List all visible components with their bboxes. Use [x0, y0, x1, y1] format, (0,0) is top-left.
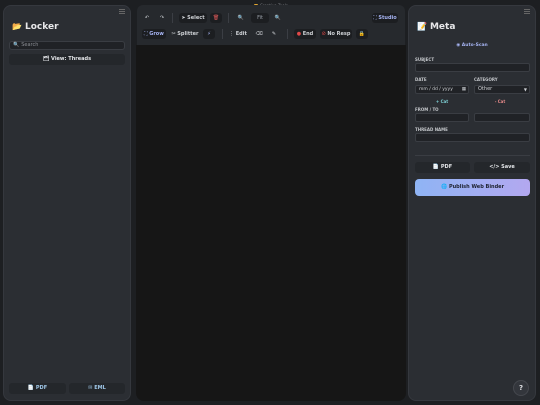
- export-eml-button[interactable]: ✉ EML: [69, 383, 125, 394]
- mail-icon: ✉: [88, 385, 93, 391]
- to-field[interactable]: [474, 113, 530, 122]
- lock-icon: 🔒: [358, 31, 366, 37]
- grow-button[interactable]: ⛶ Grow: [142, 29, 166, 39]
- calendar-icon: ▦: [461, 87, 466, 92]
- globe-icon: 🌐: [440, 184, 448, 190]
- search-input[interactable]: 🔍 Search: [9, 41, 125, 50]
- folder-icon: 📂: [12, 22, 22, 31]
- no-response-button[interactable]: ⊘ No Resp: [320, 29, 352, 39]
- divider: [415, 155, 530, 156]
- panel-menu-icon[interactable]: [524, 9, 530, 14]
- add-category-button[interactable]: + Cat: [432, 99, 452, 104]
- bolt-button[interactable]: ⚡: [203, 29, 215, 39]
- pdf-button[interactable]: 📄 PDF: [415, 162, 470, 173]
- divider: [287, 29, 288, 39]
- remove-category-button[interactable]: - Cat: [490, 99, 510, 104]
- category-label: CATEGORY: [474, 77, 498, 82]
- save-button[interactable]: </> Save: [474, 162, 530, 173]
- category-select[interactable]: Other ▼: [474, 85, 530, 94]
- subject-field[interactable]: [415, 63, 530, 72]
- thread-name-label: THREAD NAME: [415, 127, 448, 132]
- undo-icon[interactable]: ↶: [142, 13, 152, 23]
- divider: [228, 13, 229, 23]
- view-threads-button[interactable]: 🗂 View: Threads: [9, 54, 125, 65]
- canvas-area[interactable]: [136, 45, 406, 401]
- locker-title: 📂 Locker: [12, 22, 59, 32]
- edit-icon: ⋮: [229, 31, 235, 37]
- date-label: DATE: [415, 77, 427, 82]
- search-icon: 🔍: [13, 42, 20, 48]
- publish-web-binder-button[interactable]: 🌐 Publish Web Binder: [415, 179, 530, 196]
- cursor-icon: ➤: [181, 15, 186, 21]
- toolbar: [137, 5, 405, 45]
- zoom-out-icon[interactable]: 🔍: [235, 13, 247, 23]
- redo-icon[interactable]: ↷: [157, 13, 167, 23]
- thread-name-field[interactable]: [415, 133, 530, 142]
- select-tool-button[interactable]: ➤ Select: [179, 13, 207, 23]
- chevron-down-icon: ▼: [523, 87, 527, 92]
- trash-icon: 🗑: [212, 15, 220, 21]
- code-icon: </>: [489, 164, 500, 170]
- subject-label: SUBJECT: [415, 57, 435, 62]
- divider: [172, 13, 173, 23]
- auto-scan-button[interactable]: ◉ Auto-Scan: [452, 43, 492, 48]
- lock-button[interactable]: 🔒: [356, 29, 368, 39]
- from-field[interactable]: [415, 113, 469, 122]
- delete-button[interactable]: 🗑: [210, 13, 222, 23]
- file-icon: 📄: [432, 164, 440, 170]
- end-button[interactable]: ● End: [294, 29, 316, 39]
- studio-button[interactable]: ⛶ Studio: [372, 13, 398, 23]
- zoom-in-icon[interactable]: 🔍: [272, 13, 284, 23]
- grow-icon: ⛶: [144, 31, 148, 37]
- expand-icon: ⛶: [373, 15, 377, 21]
- meta-title: 📝 Meta: [417, 22, 456, 32]
- export-pdf-button[interactable]: 📄 PDF: [9, 383, 66, 394]
- panel-menu-icon[interactable]: [119, 9, 125, 14]
- eyedropper-icon[interactable]: ✎: [268, 29, 280, 39]
- date-field[interactable]: mm / dd / yyyy ▦: [415, 85, 469, 94]
- threads-icon: 🗂: [42, 56, 50, 62]
- bolt-icon: ⚡: [207, 31, 211, 37]
- file-icon: 📄: [27, 385, 35, 391]
- scan-icon: ◉: [456, 43, 461, 48]
- from-to-label: FROM / TO: [415, 107, 439, 112]
- scissors-icon: ✂: [171, 31, 176, 37]
- fit-button[interactable]: Fit: [251, 13, 269, 23]
- divider: [222, 29, 223, 39]
- edit-button[interactable]: ⋮ Edit: [228, 29, 248, 39]
- help-button[interactable]: ?: [513, 380, 529, 396]
- eraser-icon[interactable]: ⌫: [253, 29, 265, 39]
- memo-icon: 📝: [417, 22, 427, 31]
- red-dot-icon: ●: [296, 31, 302, 37]
- no-entry-icon: ⊘: [321, 31, 326, 37]
- splitter-button[interactable]: ✂ Splitter: [171, 29, 199, 39]
